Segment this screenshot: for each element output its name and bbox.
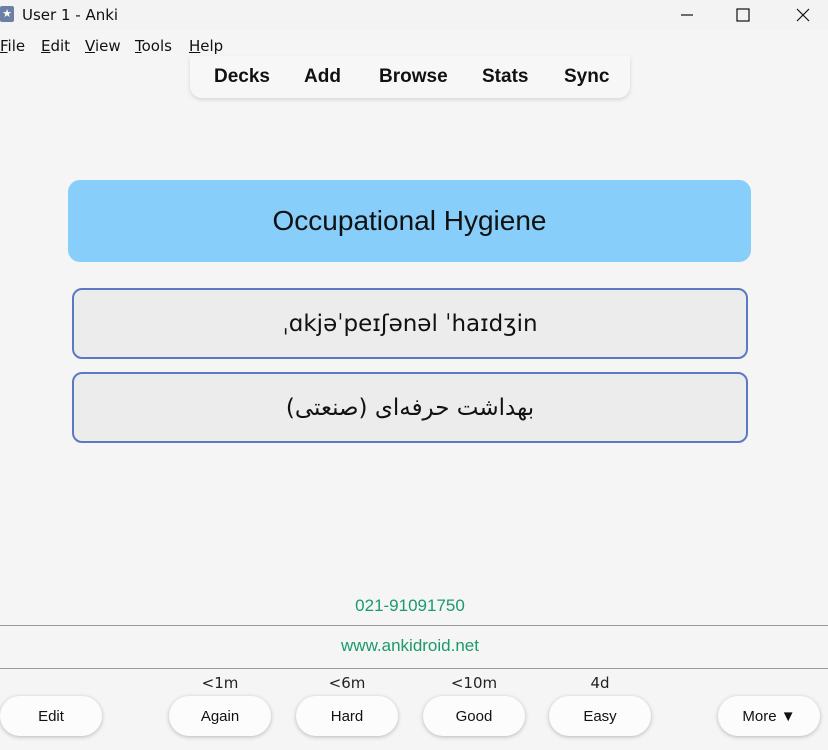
window-title: User 1 - Anki	[22, 6, 119, 24]
divider-line	[0, 668, 828, 669]
card-website-link[interactable]: www.ankidroid.net	[0, 636, 820, 656]
menu-file-mnemonic: F	[0, 37, 8, 55]
menu-view[interactable]: View	[85, 37, 121, 55]
menu-tools-mnemonic: T	[135, 37, 142, 55]
card-translation-box: بهداشت حرفه‌ای (صنعتی)	[72, 372, 748, 443]
good-interval: <10m	[450, 674, 498, 692]
again-interval: <1m	[201, 674, 239, 692]
toolbar-add-link[interactable]: Add	[304, 66, 341, 88]
good-button[interactable]: Good	[423, 696, 525, 736]
minimize-button[interactable]	[664, 0, 710, 30]
menu-edit-label: dit	[50, 37, 71, 55]
maximize-button[interactable]	[720, 0, 766, 30]
card-phone-number: 021-91091750	[355, 596, 465, 615]
menu-tools[interactable]: Tools	[135, 37, 172, 55]
anki-app-icon: ★	[0, 6, 14, 22]
more-button[interactable]: More ▼	[718, 696, 820, 736]
toolbar-sync-link[interactable]: Sync	[564, 66, 609, 88]
hard-button[interactable]: Hard	[296, 696, 398, 736]
main-toolbar: Decks Add Browse Stats Sync	[190, 56, 630, 98]
close-icon	[796, 8, 810, 22]
close-button[interactable]	[780, 0, 826, 30]
maximize-icon	[736, 8, 750, 22]
card-word-heading: Occupational Hygiene	[68, 180, 751, 262]
edit-button[interactable]: Edit	[0, 696, 102, 736]
title-bar: ★ User 1 - Anki	[0, 0, 828, 30]
menu-file-label: ile	[7, 37, 26, 55]
menu-bar: File Edit View Tools Help	[0, 34, 828, 56]
menu-edit[interactable]: Edit	[41, 37, 70, 55]
menu-view-mnemonic: V	[85, 37, 95, 55]
again-button[interactable]: Again	[169, 696, 271, 736]
menu-help-mnemonic: H	[189, 37, 201, 55]
toolbar-stats-link[interactable]: Stats	[482, 66, 528, 88]
menu-file[interactable]: File	[0, 37, 25, 55]
divider-line	[0, 625, 828, 626]
toolbar-browse-link[interactable]: Browse	[379, 66, 448, 88]
menu-tools-label: ools	[141, 37, 172, 55]
hard-interval: <6m	[328, 674, 366, 692]
menu-help-label: elp	[200, 37, 224, 55]
easy-button[interactable]: Easy	[549, 696, 651, 736]
card-phonetic-box: ˌɑkjəˈpeɪʃənəl ˈhaɪdʒin	[72, 288, 748, 359]
answer-bar	[0, 670, 828, 750]
easy-interval: 4d	[590, 674, 610, 692]
minimize-icon	[681, 14, 693, 16]
menu-help[interactable]: Help	[189, 37, 223, 55]
menu-view-label: iew	[94, 37, 121, 55]
toolbar-decks-link[interactable]: Decks	[214, 66, 270, 88]
